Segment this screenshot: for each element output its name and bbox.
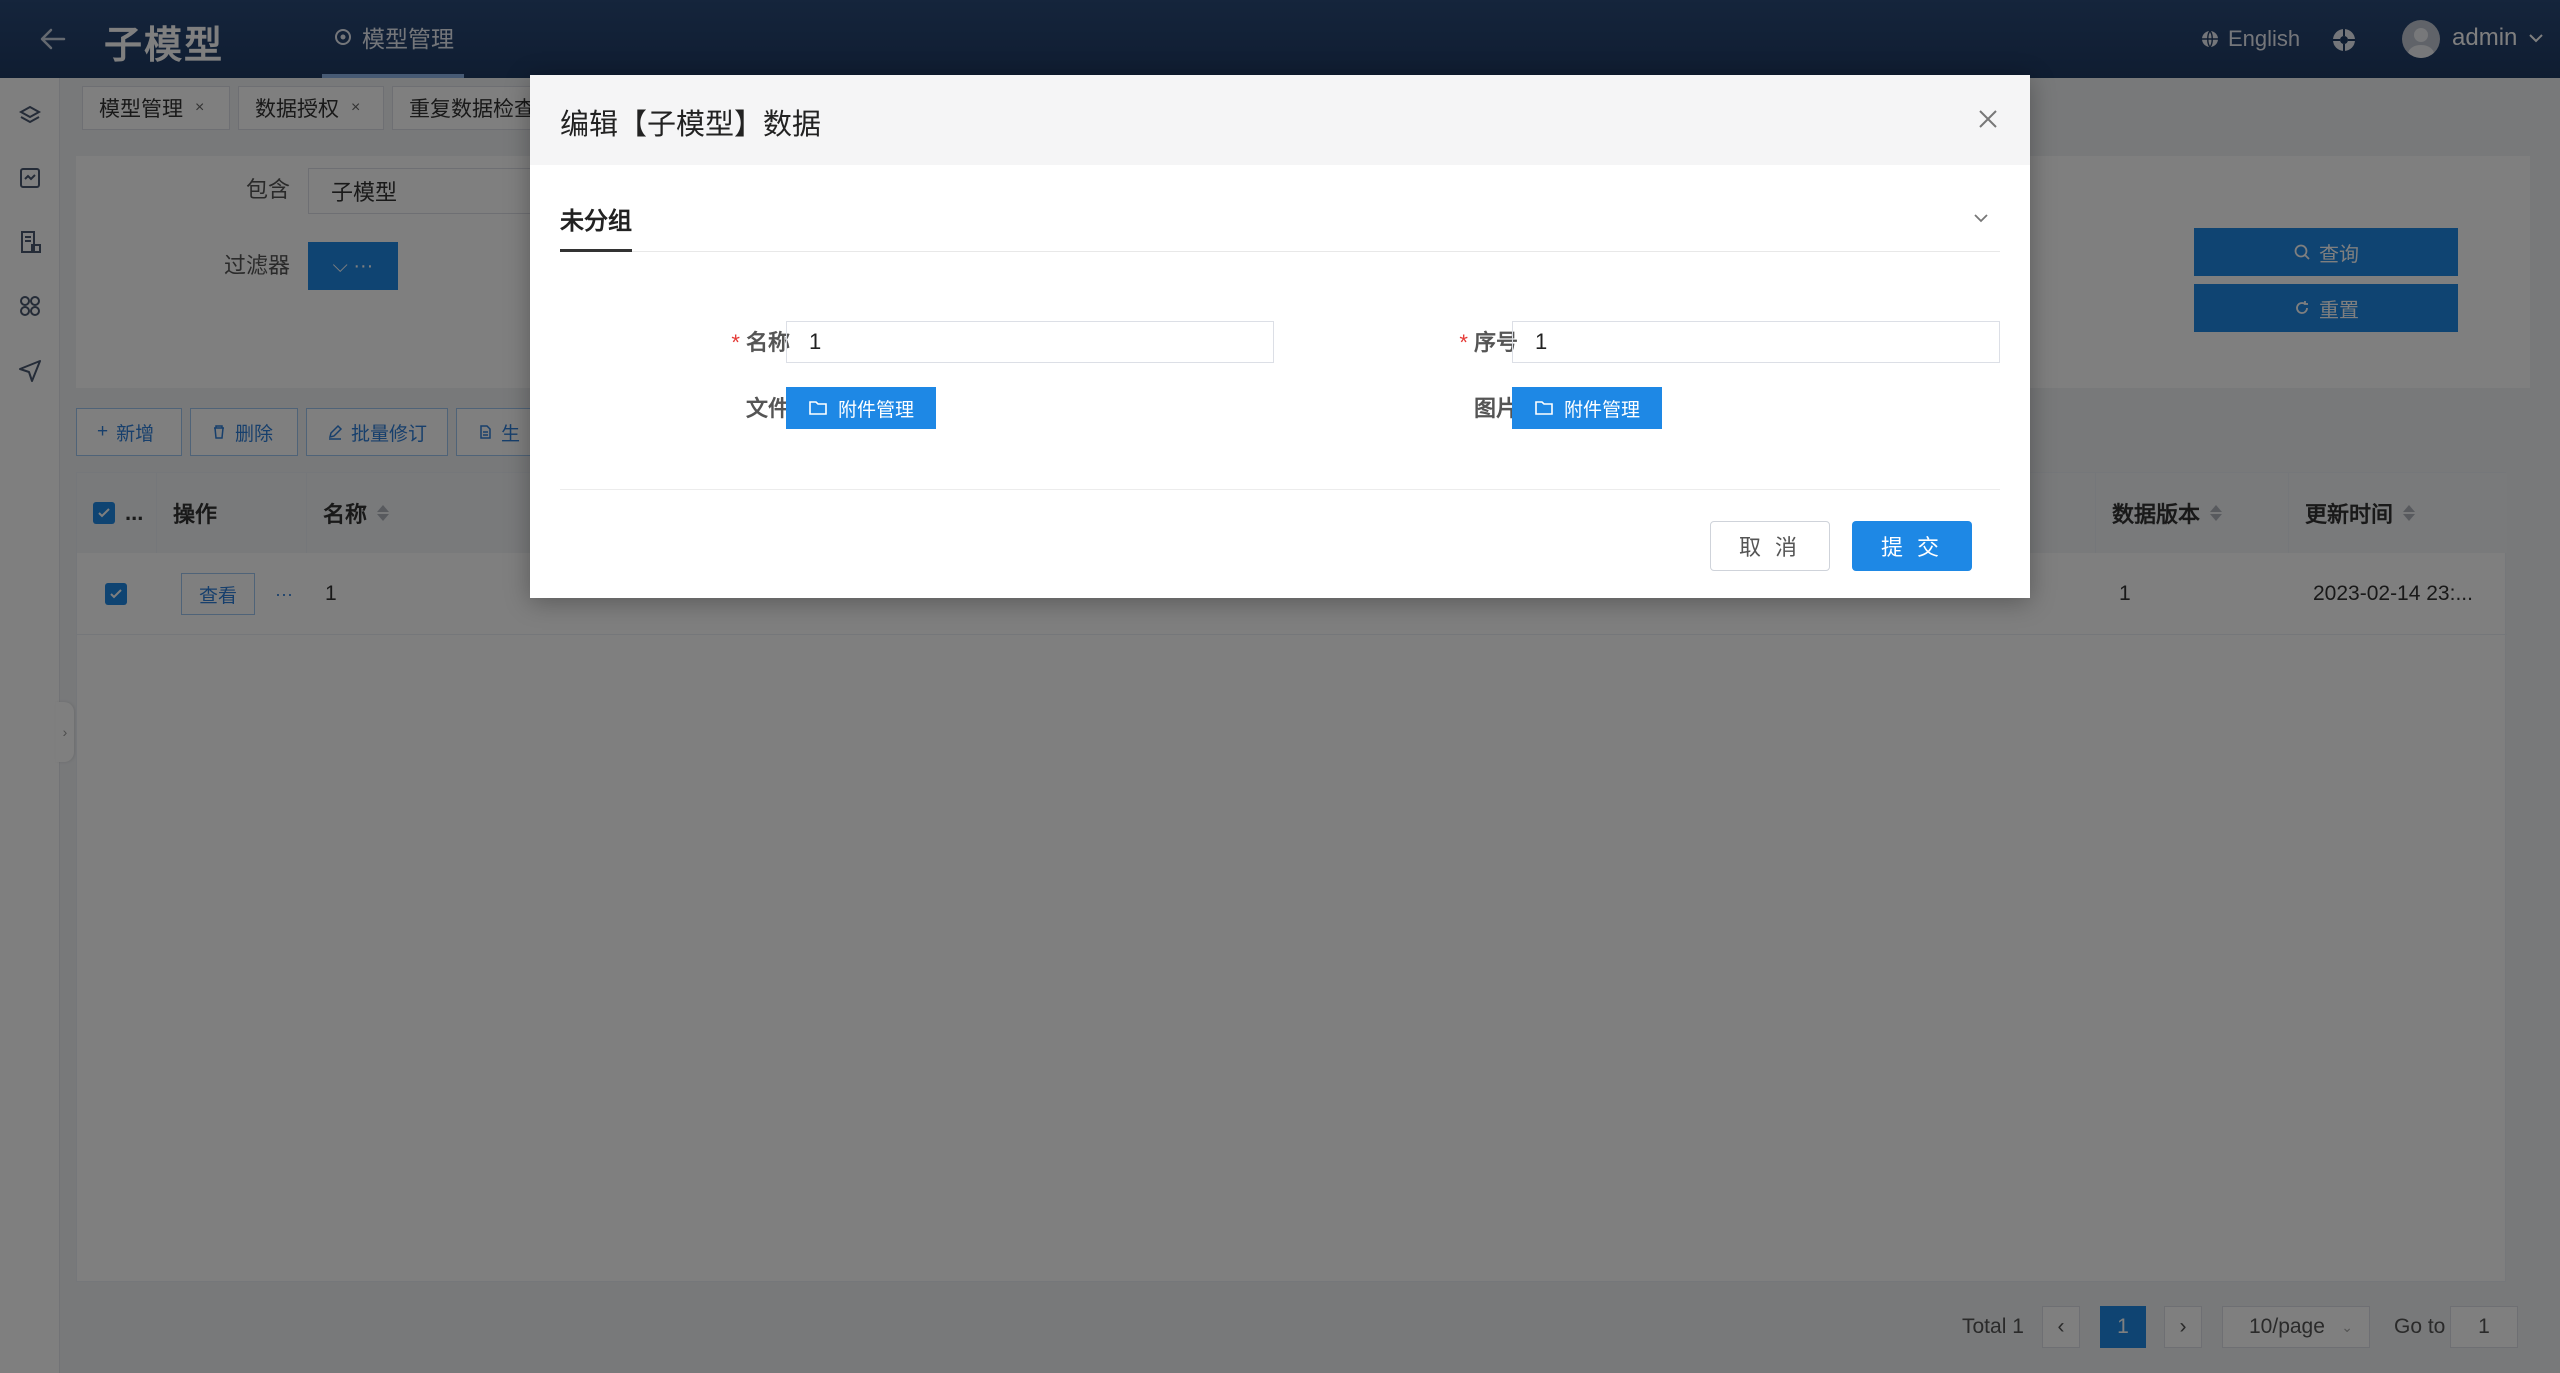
name-label-text: 名称 <box>745 330 790 355</box>
chevron-down-icon[interactable] <box>1970 207 1992 229</box>
dialog-title: 编辑【子模型】数据 <box>560 109 822 141</box>
cancel-button[interactable]: 取 消 <box>1710 521 1830 571</box>
divider <box>560 489 2000 490</box>
edit-dialog: 编辑【子模型】数据 未分组 * 名称 1 * 序号 1 文件 附件管理 图片 附件管… <box>530 75 2030 598</box>
submit-button[interactable]: 提 交 <box>1852 521 1972 571</box>
file-attach-button[interactable]: 附件管理 <box>786 387 936 429</box>
attach-label: 附件管理 <box>1563 399 1640 421</box>
folder-icon <box>1534 399 1554 417</box>
close-icon[interactable] <box>1974 105 2002 133</box>
required-mark: * <box>731 330 740 355</box>
seq-label: * 序号 <box>1338 325 1518 357</box>
image-label: 图片 <box>1473 396 1518 421</box>
folder-icon <box>808 399 828 417</box>
image-attach-button[interactable]: 附件管理 <box>1512 387 1662 429</box>
divider <box>560 251 2000 252</box>
group-underline <box>560 249 632 252</box>
name-label: * 名称 <box>610 325 790 357</box>
seq-input[interactable]: 1 <box>1512 321 2000 363</box>
name-input[interactable]: 1 <box>786 321 1274 363</box>
attach-label: 附件管理 <box>837 399 914 421</box>
required-mark: * <box>1459 330 1468 355</box>
group-title[interactable]: 未分组 <box>560 201 632 236</box>
file-label: 文件 <box>745 396 790 421</box>
